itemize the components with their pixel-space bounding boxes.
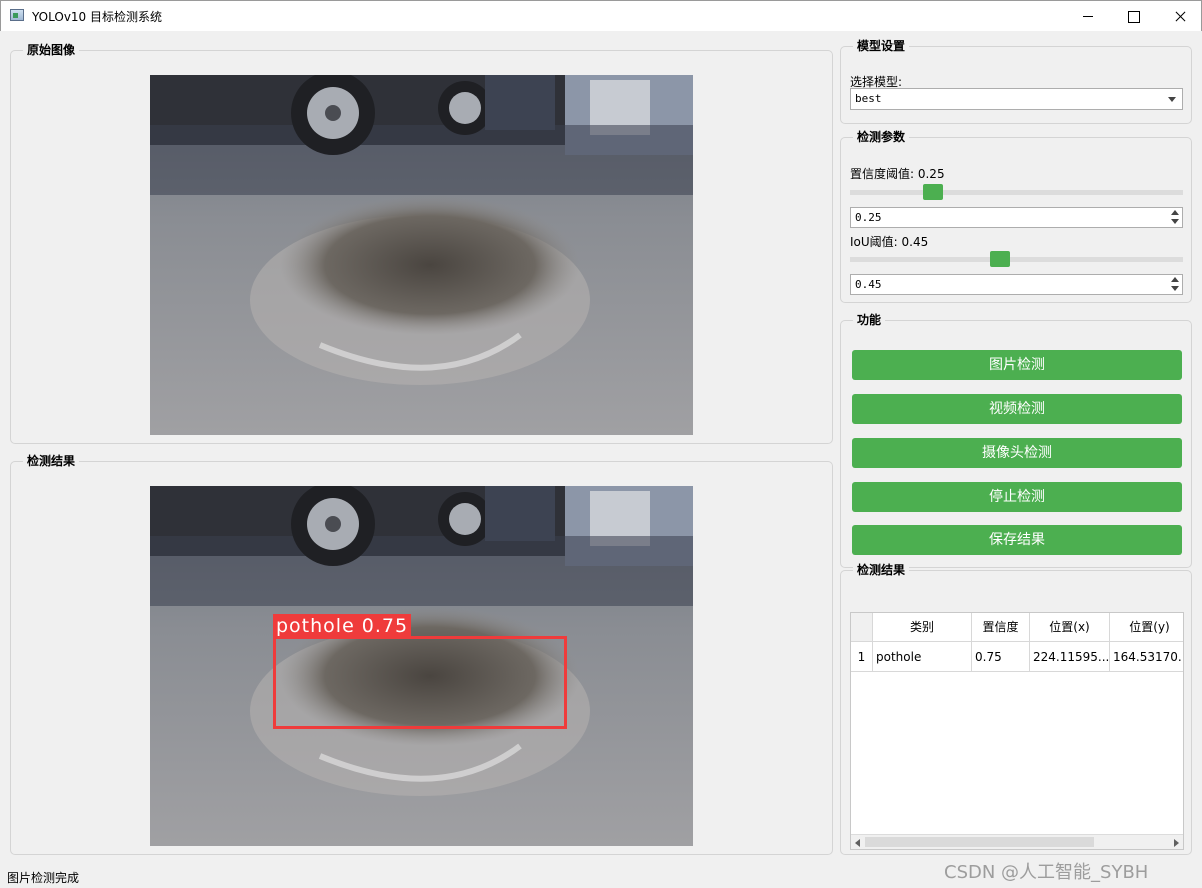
app-icon xyxy=(10,9,24,21)
table-corner-button[interactable] xyxy=(851,613,873,642)
save-result-button[interactable]: 保存结果 xyxy=(852,525,1182,555)
scrollbar-thumb[interactable] xyxy=(865,837,1094,847)
confidence-slider-handle[interactable] xyxy=(923,184,944,200)
title-bar: YOLOv10 目标检测系统 xyxy=(0,0,1202,31)
watermark: CSDN @人工智能_SYBH xyxy=(944,862,1149,883)
model-select[interactable]: best xyxy=(850,88,1183,110)
detection-result-title: 检测结果 xyxy=(23,454,80,468)
iou-slider-handle[interactable] xyxy=(989,251,1010,267)
model-settings-panel: 模型设置 选择模型: best xyxy=(840,39,1192,124)
results-table[interactable]: 类别 置信度 位置(x) 位置(y) 1 pothole 0.75 224.11… xyxy=(850,612,1184,850)
minimize-button[interactable] xyxy=(1065,1,1111,32)
confidence-label: 置信度阈值: 0.25 xyxy=(850,167,945,181)
original-image xyxy=(150,75,693,435)
iou-stepper[interactable] xyxy=(1168,275,1182,294)
original-image-panel: 原始图像 xyxy=(10,43,833,444)
confidence-spinbox[interactable]: 0.25 xyxy=(850,207,1183,228)
column-header-confidence[interactable]: 置信度 xyxy=(972,613,1030,642)
detection-params-title: 检测参数 xyxy=(853,130,910,144)
table-cell-confidence[interactable]: 0.75 xyxy=(972,642,1030,672)
confidence-stepper[interactable] xyxy=(1168,208,1182,227)
detection-bounding-box xyxy=(273,636,567,729)
model-settings-title: 模型设置 xyxy=(853,39,910,53)
detection-label: pothole 0.75 xyxy=(273,614,412,638)
horizontal-scrollbar[interactable] xyxy=(851,834,1183,849)
row-header[interactable]: 1 xyxy=(851,642,873,672)
column-header-position-y[interactable]: 位置(y) xyxy=(1110,613,1183,642)
column-header-position-x[interactable]: 位置(x) xyxy=(1030,613,1110,642)
chevron-down-icon xyxy=(1168,97,1176,102)
detection-params-panel: 检测参数 置信度阈值: 0.25 0.25 IoU阈值: 0.45 0.45 xyxy=(840,130,1192,303)
functions-title: 功能 xyxy=(853,313,886,327)
table-cell-position-y[interactable]: 164.53170... xyxy=(1110,642,1183,672)
confidence-value: 0.25 xyxy=(855,211,882,224)
camera-detect-button[interactable]: 摄像头检测 xyxy=(852,438,1182,468)
video-detect-button[interactable]: 视频检测 xyxy=(852,394,1182,424)
iou-slider-track xyxy=(850,257,1183,262)
confidence-slider-track xyxy=(850,190,1183,195)
result-image: pothole 0.75 xyxy=(150,486,693,846)
window-title: YOLOv10 目标检测系统 xyxy=(32,10,163,24)
maximize-button[interactable] xyxy=(1111,1,1157,32)
table-cell-class[interactable]: pothole xyxy=(873,642,972,672)
step-up-icon[interactable] xyxy=(1171,277,1179,282)
model-select-value: best xyxy=(855,92,882,105)
image-detect-button[interactable]: 图片检测 xyxy=(852,350,1182,380)
minimize-icon xyxy=(1065,1,1111,32)
step-up-icon[interactable] xyxy=(1171,210,1179,215)
iou-value: 0.45 xyxy=(855,278,882,291)
scroll-right-icon[interactable] xyxy=(1174,839,1179,847)
table-cell-position-x[interactable]: 224.11595... xyxy=(1030,642,1110,672)
close-icon xyxy=(1157,1,1202,32)
step-down-icon[interactable] xyxy=(1171,219,1179,224)
maximize-icon xyxy=(1111,1,1157,32)
stop-detect-button[interactable]: 停止检测 xyxy=(852,482,1182,512)
results-table-panel: 检测结果 类别 置信度 位置(x) 位置(y) 1 pothole 0.75 2… xyxy=(840,563,1192,855)
iou-spinbox[interactable]: 0.45 xyxy=(850,274,1183,295)
close-button[interactable] xyxy=(1157,1,1202,32)
functions-panel: 功能 图片检测 视频检测 摄像头检测 停止检测 保存结果 xyxy=(840,313,1192,568)
column-header-class[interactable]: 类别 xyxy=(873,613,972,642)
confidence-slider[interactable] xyxy=(850,181,1183,203)
scroll-left-icon[interactable] xyxy=(855,839,860,847)
detection-result-panel: 检测结果 pothole 0.75 xyxy=(10,454,833,855)
step-down-icon[interactable] xyxy=(1171,286,1179,291)
status-bar: 图片检测完成 xyxy=(7,871,80,885)
original-image-title: 原始图像 xyxy=(23,43,80,57)
results-table-title: 检测结果 xyxy=(853,563,910,577)
iou-slider[interactable] xyxy=(850,248,1183,270)
